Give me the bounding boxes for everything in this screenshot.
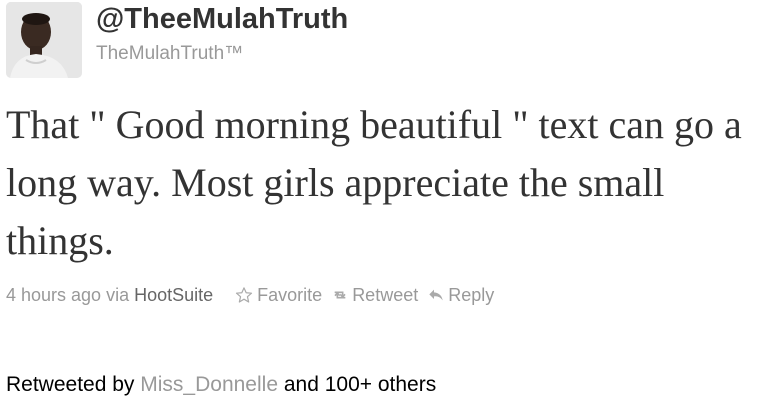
favorite-button[interactable]: Favorite — [235, 283, 322, 307]
screen-name[interactable]: @TheeMulahTruth — [96, 2, 348, 36]
reply-label: Reply — [448, 285, 495, 305]
via-label: via — [106, 285, 130, 305]
tweet-meta: 4 hours ago via HootSuite Favorite Retwe… — [6, 283, 504, 307]
source-link[interactable]: HootSuite — [134, 283, 213, 307]
avatar[interactable] — [6, 2, 82, 78]
retweeted-suffix[interactable]: and 100+ others — [284, 373, 436, 396]
retweeter-link[interactable]: Miss_Donnelle — [140, 373, 278, 396]
full-name: TheMulahTruth™ — [96, 43, 244, 64]
tweet-text: That " Good morning beautiful " text can… — [6, 102, 742, 263]
retweeted-by: Retweeted by Miss_Donnelle and 100+ othe… — [6, 372, 436, 398]
reply-button[interactable]: Reply — [428, 283, 494, 307]
timestamp-link[interactable]: 4 hours ago — [6, 283, 101, 307]
reply-icon — [428, 288, 444, 302]
retweet-label: Retweet — [352, 285, 419, 305]
retweeted-prefix: Retweeted by — [6, 373, 135, 396]
favorite-label: Favorite — [257, 285, 323, 305]
retweet-icon — [332, 288, 348, 302]
tweet-actions: Favorite Retweet Reply — [235, 283, 504, 307]
star-icon — [235, 286, 253, 304]
retweet-button[interactable]: Retweet — [332, 283, 418, 307]
